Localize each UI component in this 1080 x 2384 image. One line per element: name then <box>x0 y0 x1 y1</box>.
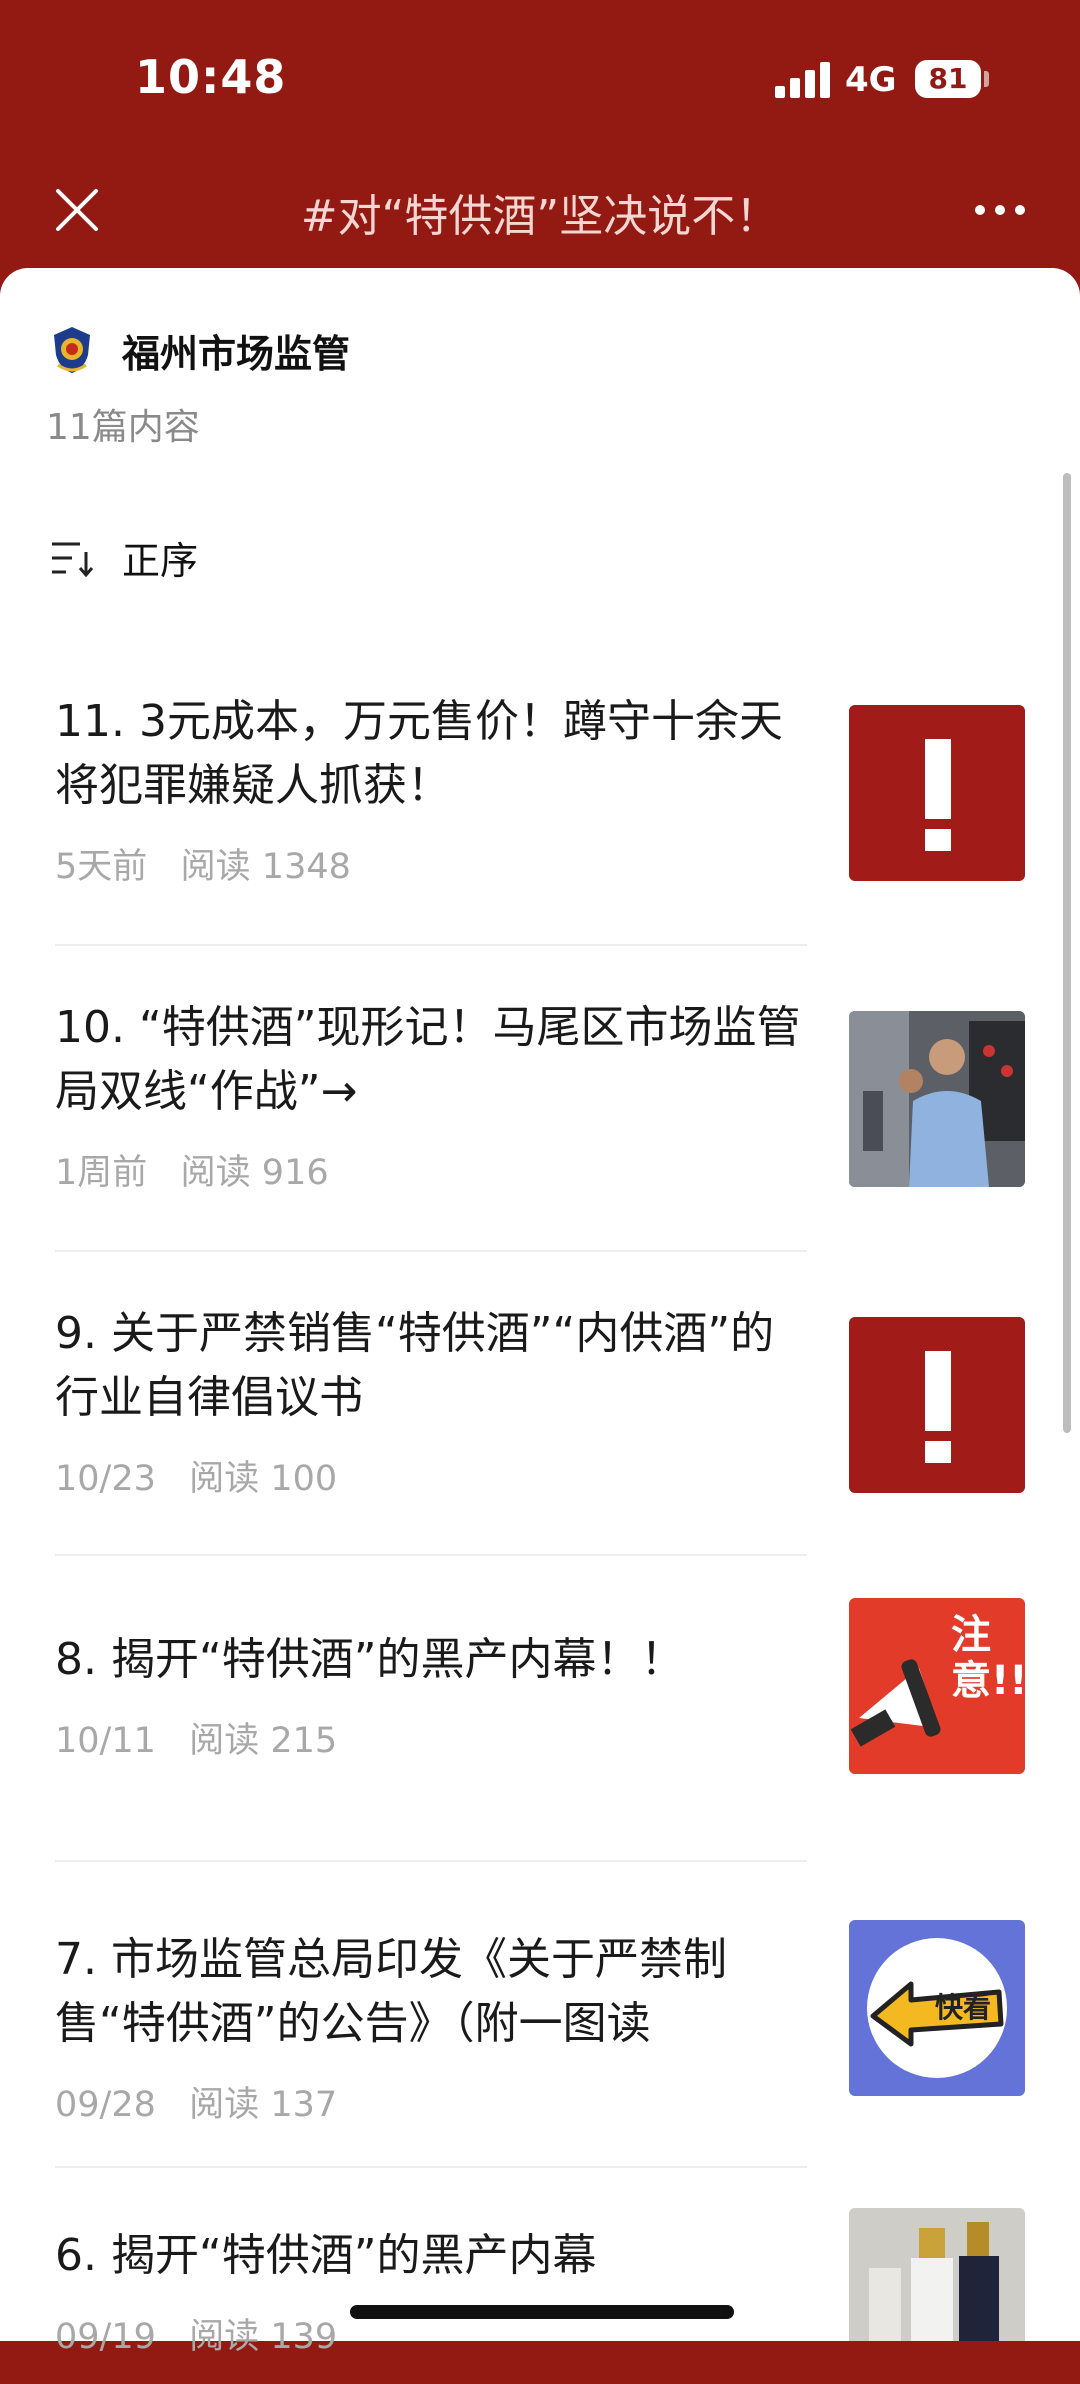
home-indicator[interactable] <box>350 2305 734 2319</box>
article-meta: 1周前 阅读 916 <box>55 1144 329 1195</box>
article-thumbnail: 快看 <box>849 1920 1025 2096</box>
status-time: 10:48 <box>135 50 287 104</box>
more-options-icon[interactable] <box>970 195 1030 225</box>
battery-tip <box>984 71 989 87</box>
article-thumbnail <box>849 1011 1025 1187</box>
account-logo-icon <box>54 327 90 373</box>
article-time: 09/19 <box>55 2317 156 2357</box>
article-meta: 09/28 阅读 137 <box>55 2076 337 2127</box>
divider <box>55 1250 807 1252</box>
nav-bar: #对“特供酒”坚决说不！ <box>0 160 1080 270</box>
article-item[interactable]: 11. 3元成本，万元售价！蹲守十余天将犯罪嫌疑人抓获！ 5天前 阅读 1348 <box>55 690 1055 920</box>
network-type: 4G <box>845 60 897 100</box>
divider <box>55 2166 807 2168</box>
article-title: 8. 揭开“特供酒”的黑产内幕！！ <box>55 1634 685 1685</box>
article-meta: 10/11 阅读 215 <box>55 1712 337 1763</box>
exclamation-icon <box>925 739 951 851</box>
article-reads: 阅读 1348 <box>180 847 351 887</box>
account-name: 福州市场监管 <box>122 331 351 376</box>
article-time: 1周前 <box>55 1153 148 1193</box>
article-time: 5天前 <box>55 847 148 887</box>
article-time: 09/28 <box>55 2085 156 2125</box>
article-title: 11. 3元成本，万元售价！蹲守十余天将犯罪嫌疑人抓获！ <box>55 696 783 811</box>
article-item[interactable]: 6. 揭开“特供酒”的黑产内幕 09/19 阅读 139 <box>55 2208 1055 2384</box>
quick-look-badge: 快看 <box>935 1991 992 2024</box>
article-item[interactable]: 10. “特供酒”现形记！马尾区市场监管局双线“作战”→ 1周前 阅读 916 <box>55 996 1055 1226</box>
article-thumbnail <box>849 705 1025 881</box>
divider <box>55 944 807 946</box>
article-meta: 10/23 阅读 100 <box>55 1450 337 1501</box>
scrollbar[interactable] <box>1063 473 1071 1433</box>
notice-badge: 注意!! <box>951 1612 1025 1704</box>
article-reads: 阅读 137 <box>189 2085 338 2125</box>
page-title: #对“特供酒”坚决说不！ <box>300 191 780 242</box>
liquor-bottles-icon <box>849 2208 1025 2341</box>
article-reads: 阅读 916 <box>180 1153 329 1193</box>
divider <box>55 1860 807 1862</box>
status-bar: 10:48 4G 81 <box>0 0 1080 160</box>
article-item[interactable]: 8. 揭开“特供酒”的黑产内幕！！ 10/11 阅读 215 注意!! <box>55 1598 1055 1828</box>
account-header[interactable]: 福州市场监管 <box>50 320 350 380</box>
article-thumbnail: 注意!! <box>849 1598 1025 1774</box>
article-time: 10/23 <box>55 1459 156 1499</box>
content-sheet: 福州市场监管 11篇内容 正序 11. 3元成本，万元售价！蹲守十余天将犯罪嫌疑… <box>0 268 1080 2357</box>
exclamation-icon <box>925 1351 951 1463</box>
article-meta: 09/19 阅读 139 <box>55 2308 337 2359</box>
signal-icon <box>775 62 831 98</box>
article-thumbnail <box>849 2208 1025 2341</box>
content-count: 11篇内容 <box>46 407 200 448</box>
article-thumbnail <box>849 1317 1025 1493</box>
sort-order-icon <box>52 542 94 577</box>
article-title: 7. 市场监管总局印发《关于严禁制售“特供酒”的公告》（附一图读 <box>55 1934 727 2049</box>
battery-icon: 81 <box>915 60 981 98</box>
article-reads: 阅读 100 <box>189 1459 338 1499</box>
article-meta: 5天前 阅读 1348 <box>55 838 351 889</box>
article-title: 9. 关于严禁销售“特供酒”“内供酒”的行业自律倡议书 <box>55 1308 775 1423</box>
article-reads: 阅读 139 <box>189 2317 338 2357</box>
inspection-photo-icon <box>849 1011 1025 1187</box>
sort-toggle[interactable]: 正序 <box>50 530 198 585</box>
article-reads: 阅读 215 <box>189 1721 338 1761</box>
sort-label: 正序 <box>122 539 199 583</box>
article-title: 6. 揭开“特供酒”的黑产内幕 <box>55 2230 597 2281</box>
divider <box>55 1554 807 1556</box>
article-title: 10. “特供酒”现形记！马尾区市场监管局双线“作战”→ <box>55 1002 801 1117</box>
article-item[interactable]: 9. 关于严禁销售“特供酒”“内供酒”的行业自律倡议书 10/23 阅读 100 <box>55 1302 1055 1532</box>
article-item[interactable]: 7. 市场监管总局印发《关于严禁制售“特供酒”的公告》（附一图读 09/28 阅… <box>55 1920 1055 2158</box>
article-time: 10/11 <box>55 1721 156 1761</box>
